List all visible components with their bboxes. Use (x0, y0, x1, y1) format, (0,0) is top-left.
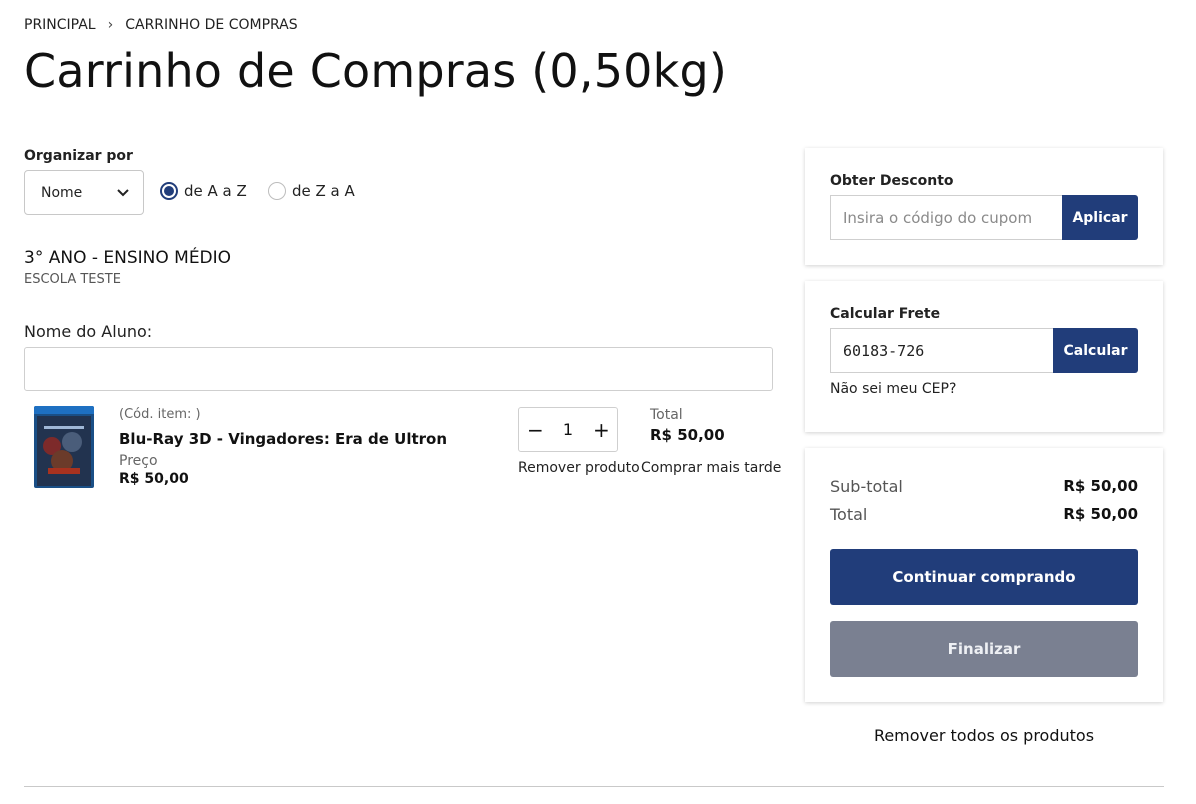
cep-input[interactable]: 60183-726 (830, 328, 1053, 373)
remove-all-products-link[interactable]: Remover todos os produtos (805, 726, 1163, 745)
plus-icon[interactable]: + (593, 420, 610, 440)
item-total-label: Total (650, 407, 683, 423)
school-name: ESCOLA TESTE (24, 272, 121, 287)
quantity-stepper: − 1 + (518, 407, 618, 452)
sort-radio-za[interactable]: de Z a A (268, 182, 355, 200)
continue-shopping-button[interactable]: Continuar comprando (830, 549, 1138, 605)
subtotal-row: Sub-total R$ 50,00 (830, 477, 1138, 496)
quantity-value[interactable]: 1 (563, 420, 573, 439)
radio-unchecked-icon (268, 182, 286, 200)
finish-button[interactable]: Finalizar (830, 621, 1138, 677)
divider (24, 786, 1164, 787)
group-title: 3° ANO - ENSINO MÉDIO (24, 248, 232, 268)
sort-radio-az[interactable]: de A a Z (160, 182, 247, 200)
remove-product-link[interactable]: Remover produto (518, 460, 640, 476)
product-image[interactable] (34, 406, 94, 488)
breadcrumb-home[interactable]: PRINCIPAL (24, 17, 96, 33)
sort-select-value: Nome (41, 184, 83, 201)
coupon-input[interactable]: Insira o código do cupom (830, 195, 1062, 240)
sort-label: Organizar por (24, 148, 133, 164)
total-row: Total R$ 50,00 (830, 505, 1138, 524)
subtotal-label: Sub-total (830, 477, 903, 496)
total-value: R$ 50,00 (1063, 505, 1138, 523)
chevron-down-icon (117, 188, 129, 196)
shipping-label: Calcular Frete (830, 306, 941, 322)
breadcrumb-current: CARRINHO DE COMPRAS (125, 17, 298, 33)
chevron-right-icon: › (107, 17, 114, 33)
unknown-cep-link[interactable]: Não sei meu CEP? (830, 381, 956, 397)
item-name[interactable]: Blu-Ray 3D - Vingadores: Era de Ultron (119, 430, 447, 448)
sort-radio-az-label: de A a Z (184, 182, 247, 200)
discount-card: Obter Desconto Insira o código do cupom … (805, 148, 1163, 265)
calculate-shipping-button[interactable]: Calcular (1053, 328, 1138, 373)
breadcrumb: PRINCIPAL › CARRINHO DE COMPRAS (24, 17, 298, 33)
apply-coupon-button[interactable]: Aplicar (1062, 195, 1138, 240)
item-code: (Cód. item: ) (119, 407, 201, 422)
student-name-input[interactable] (24, 347, 773, 391)
subtotal-value: R$ 50,00 (1063, 477, 1138, 495)
total-label: Total (830, 505, 868, 524)
summary-card: Sub-total R$ 50,00 Total R$ 50,00 Contin… (805, 448, 1163, 702)
item-price: R$ 50,00 (119, 471, 189, 487)
page-title: Carrinho de Compras (0,50kg) (24, 44, 728, 98)
item-price-label: Preço (119, 453, 158, 469)
minus-icon[interactable]: − (527, 420, 544, 440)
shipping-card: Calcular Frete 60183-726 Calcular Não se… (805, 281, 1163, 432)
student-name-label: Nome do Aluno: (24, 322, 153, 341)
buy-later-link[interactable]: Comprar mais tarde (641, 460, 781, 476)
sort-select[interactable]: Nome (24, 170, 144, 215)
discount-label: Obter Desconto (830, 173, 954, 189)
item-total: R$ 50,00 (650, 426, 725, 444)
sort-radio-za-label: de Z a A (292, 182, 355, 200)
radio-checked-icon (160, 182, 178, 200)
